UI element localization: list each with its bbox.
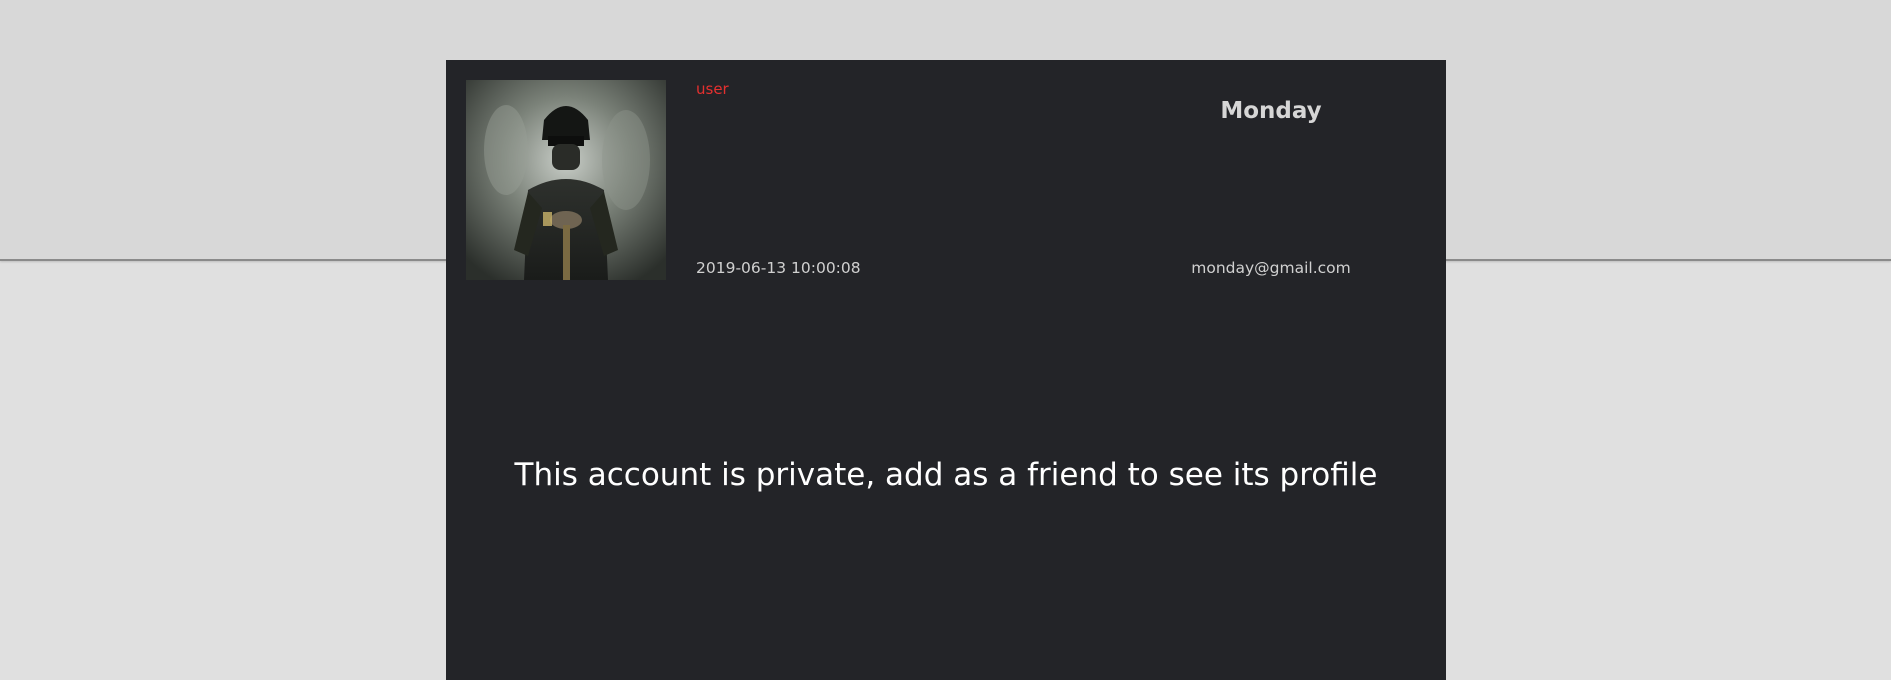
profile-avatar bbox=[466, 80, 666, 280]
joined-date: 2019-06-13 10:00:08 bbox=[696, 259, 861, 277]
profile-email: monday@gmail.com bbox=[1191, 259, 1351, 277]
private-account-message: This account is private, add as a friend… bbox=[514, 457, 1378, 493]
profile-card: user Monday 2019-06-13 10:00:08 monday@g… bbox=[446, 60, 1446, 680]
profile-username: Monday bbox=[1220, 98, 1322, 124]
user-role-label: user bbox=[696, 80, 729, 98]
soldier-avatar-icon bbox=[466, 80, 666, 280]
